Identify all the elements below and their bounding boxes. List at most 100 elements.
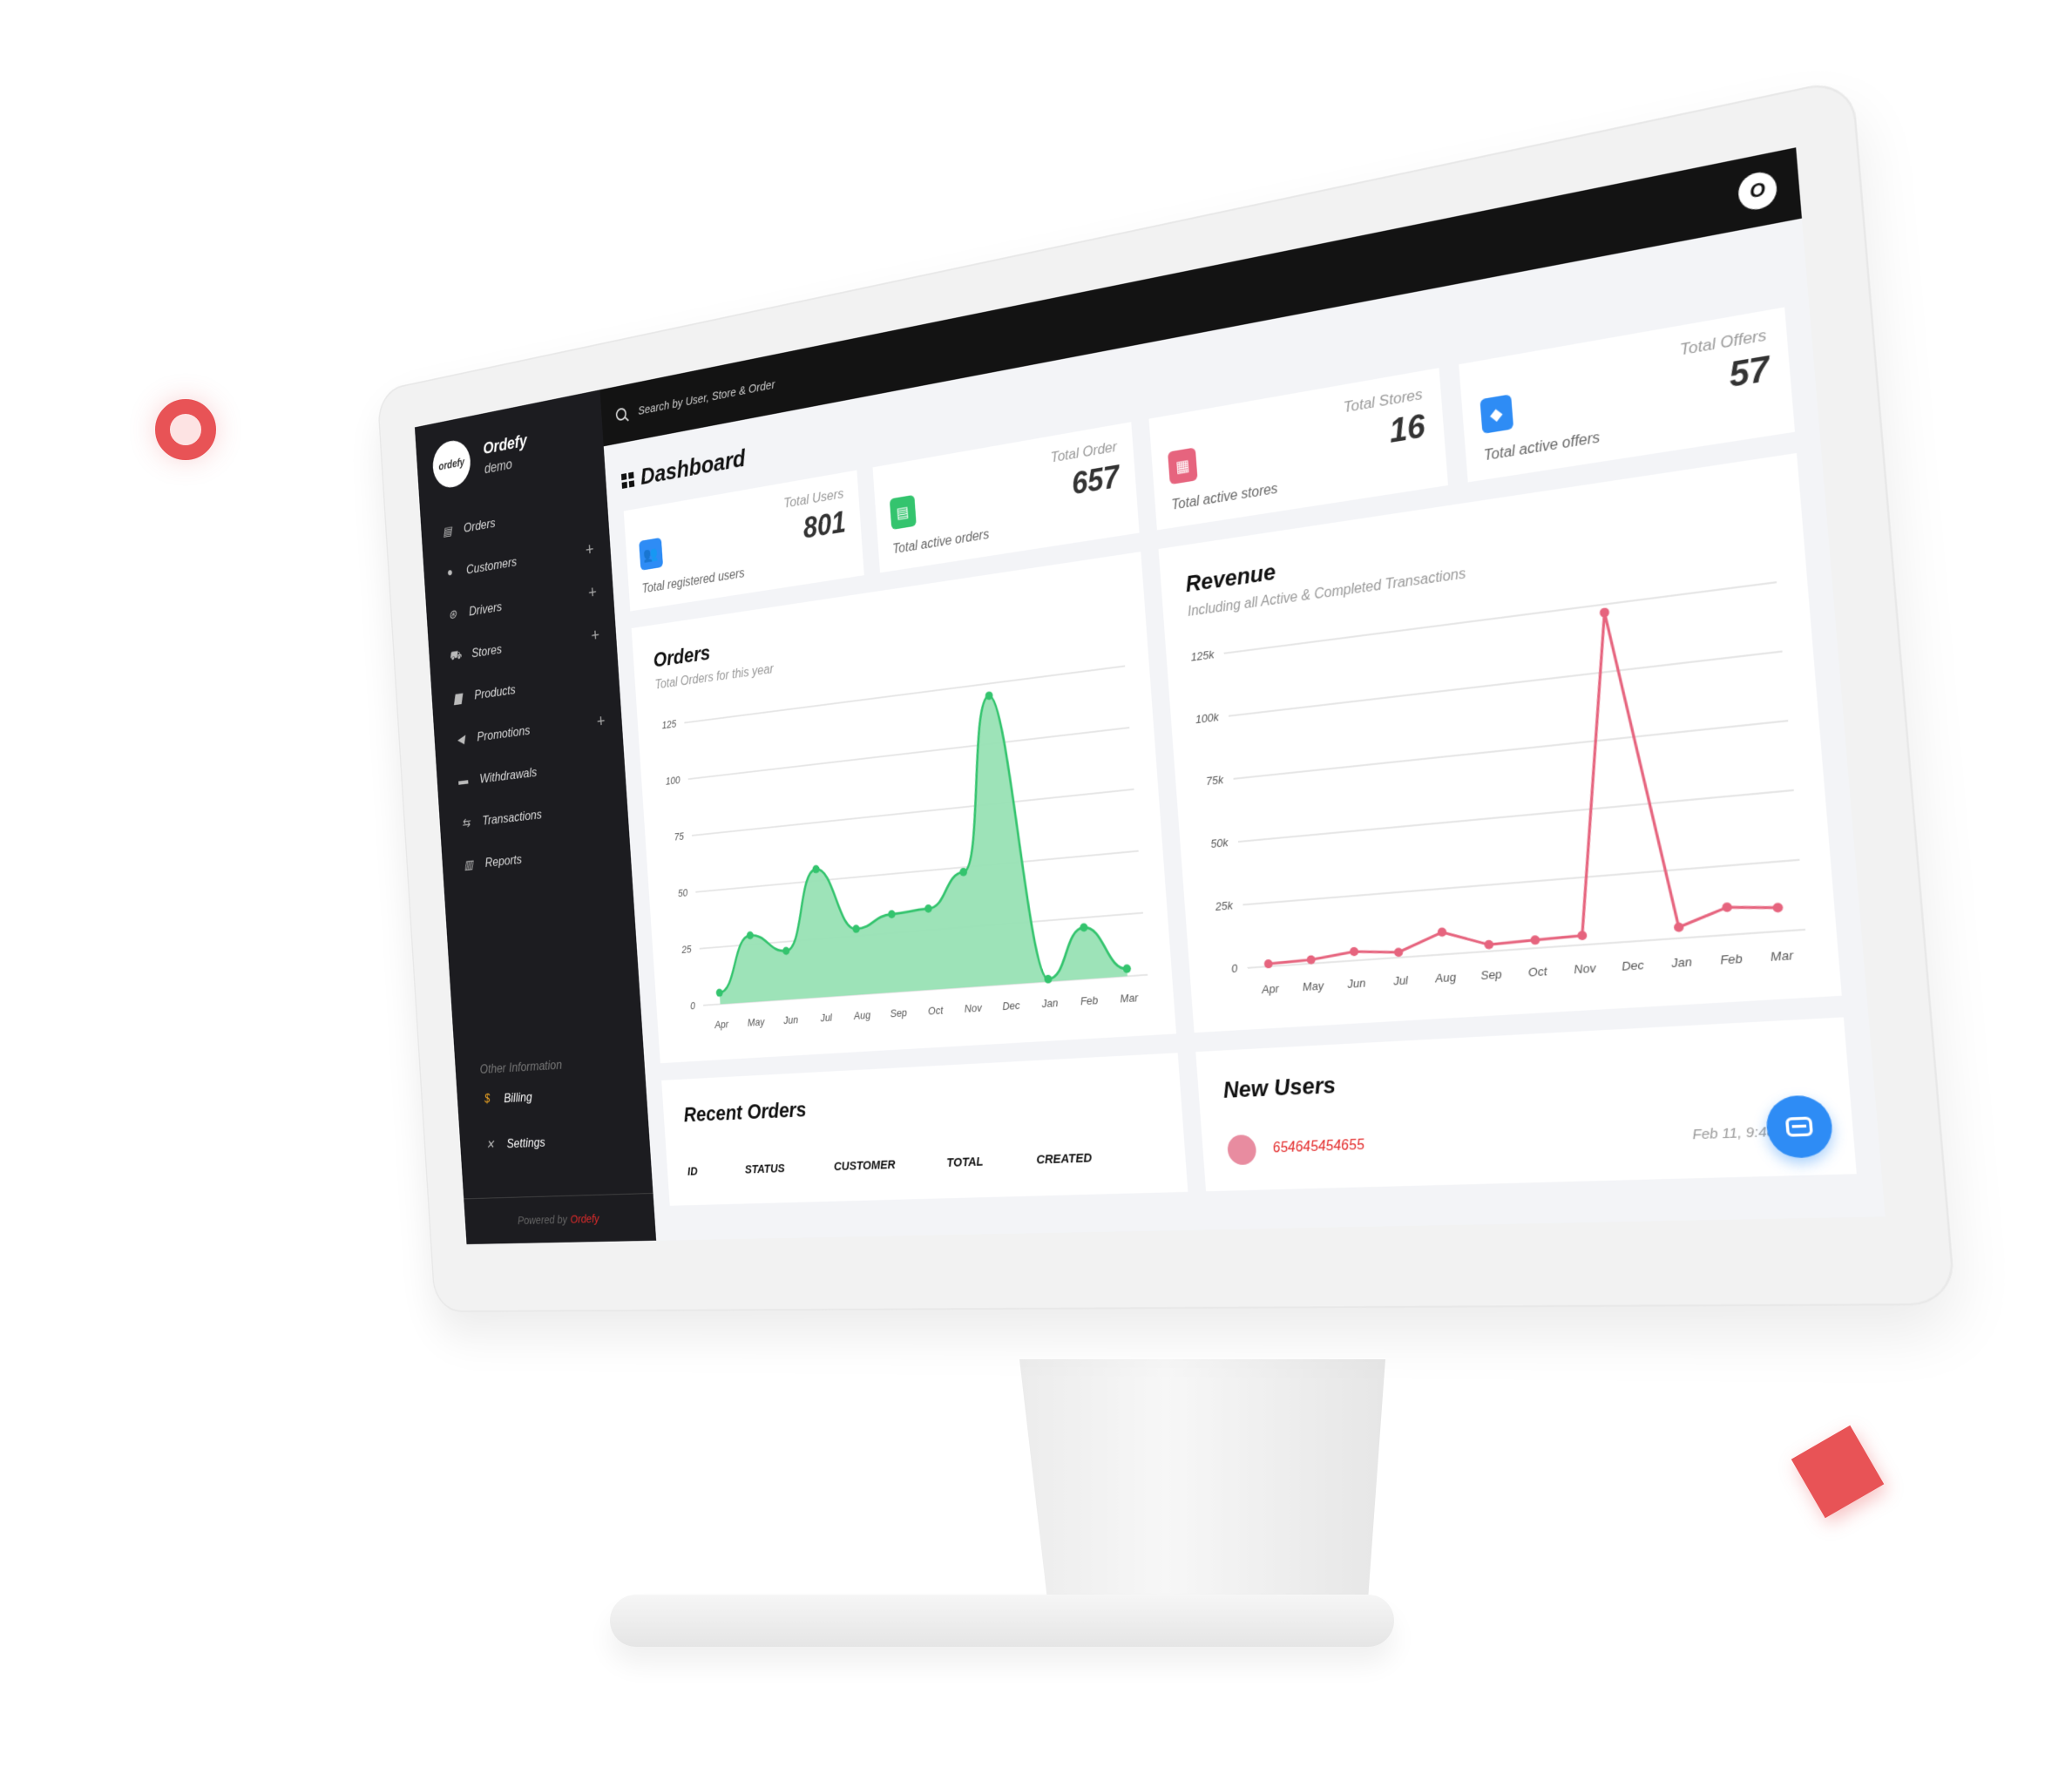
- orders-chart-card: Orders Total Orders for this year 0 25 50 7…: [631, 552, 1177, 1064]
- expand-icon[interactable]: +: [587, 582, 597, 603]
- x-tick-label: Jan: [1040, 997, 1059, 1010]
- x-tick-label: Apr: [1261, 982, 1281, 996]
- y-tick-label: 100k: [1195, 711, 1220, 727]
- x-tick-label: Jun: [1346, 977, 1366, 991]
- x-tick-label: Jan: [1669, 955, 1692, 971]
- user-avatar[interactable]: O: [1737, 169, 1778, 213]
- x-tick-label: Jun: [782, 1013, 799, 1026]
- cart-icon: ⛟: [449, 648, 462, 663]
- powered-by-brand[interactable]: Ordefy: [570, 1212, 599, 1226]
- data-point[interactable]: [1577, 930, 1588, 941]
- money-bag-icon: $: [484, 1092, 491, 1106]
- sidebar-item-label: Promotions: [476, 722, 531, 745]
- recent-orders-card: Recent Orders ID STATUS CUSTOMER TOTAL CREAT…: [661, 1053, 1188, 1206]
- x-tick-label: Feb: [1080, 994, 1098, 1008]
- revenue-chart: 0 25k 50k 75k 100k 125k Apr May Jun Jul Aug Sep Oct N…: [1190, 560, 1830, 996]
- data-point[interactable]: [1673, 922, 1684, 933]
- stat-description: Total registered users: [641, 566, 746, 597]
- sidebar-item-label: Reports: [484, 851, 523, 870]
- tools-icon: ✕: [485, 1138, 495, 1152]
- stat-description: Total active stores: [1170, 481, 1279, 513]
- expand-icon[interactable]: +: [590, 625, 599, 646]
- x-tick-label: Apr: [714, 1019, 729, 1031]
- data-point[interactable]: [1721, 902, 1733, 913]
- search-icon: [615, 407, 627, 422]
- grid-line: [1229, 652, 1782, 716]
- sidebar-item-label: Settings: [506, 1134, 546, 1151]
- sidebar-item-settings[interactable]: ✕ Settings: [459, 1114, 651, 1168]
- avatar: [1226, 1134, 1257, 1166]
- sidebar-item-label: Stores: [471, 641, 503, 660]
- x-tick-label: Mar: [1770, 948, 1794, 964]
- y-tick-label: 75k: [1206, 773, 1225, 788]
- list-item[interactable]: 654645454655 Feb 11, 9:48 AM: [1226, 1114, 1824, 1166]
- screen: ordefy Ordefy demo ▤ Orders ● Customers + ⊛ Dr…: [414, 147, 1886, 1245]
- sidebar-item-billing[interactable]: $ Billing: [456, 1068, 647, 1124]
- grid-line: [1243, 860, 1799, 905]
- report-icon: ▥: [464, 858, 474, 872]
- column-header[interactable]: ID: [687, 1165, 699, 1179]
- expand-icon[interactable]: +: [596, 711, 606, 732]
- page-title-text: Dashboard: [640, 444, 747, 491]
- data-point[interactable]: [1530, 935, 1540, 945]
- data-point[interactable]: [1772, 902, 1784, 913]
- data-point[interactable]: [1349, 946, 1359, 957]
- stat-value: 16: [1388, 407, 1426, 450]
- y-tick-label: 125k: [1190, 648, 1215, 664]
- sidebar-item-label: Products: [473, 681, 517, 702]
- new-users-card: New Users 654645454655 Feb 11, 9:48 AM: [1195, 1017, 1857, 1192]
- stat-card[interactable]: ▦ Total Stores 16 Total active stores: [1148, 368, 1448, 531]
- new-users-title: New Users: [1222, 1071, 1337, 1103]
- revenue-chart-card: Revenue Including all Active & Completed…: [1158, 452, 1842, 1033]
- powered-by: Powered by Ordefy: [464, 1193, 657, 1245]
- data-point[interactable]: [1599, 606, 1610, 618]
- user-name[interactable]: 654645454655: [1272, 1138, 1364, 1157]
- y-tick-label: 50k: [1210, 836, 1229, 851]
- x-tick-label: Jul: [1392, 973, 1410, 987]
- grid-line: [1234, 721, 1789, 779]
- data-point[interactable]: [1437, 927, 1447, 938]
- box-icon: ▆: [453, 691, 463, 706]
- orders-chart: 0 25 50 75 100 125 Apr May Jun Jul Aug Sep Oct Nov Dec…: [661, 647, 1168, 1031]
- sidebar-item-label: Billing: [503, 1089, 533, 1106]
- clipboard-icon: ▤: [889, 494, 917, 531]
- y-tick-label: 25: [681, 944, 692, 956]
- column-header[interactable]: CREATED: [1036, 1151, 1093, 1168]
- x-tick-label: Sep: [1480, 967, 1503, 982]
- x-tick-label: Mar: [1120, 992, 1139, 1006]
- x-tick-label: Nov: [964, 1002, 983, 1015]
- dashboard-icon: [620, 471, 635, 489]
- data-point[interactable]: [1484, 939, 1494, 950]
- grid-line: [688, 728, 1130, 779]
- monitor: ordefy Ordefy demo ▤ Orders ● Customers + ⊛ Dr…: [376, 77, 1957, 1312]
- column-header[interactable]: TOTAL: [946, 1155, 984, 1170]
- x-tick-label: Sep: [890, 1006, 907, 1019]
- stat-card[interactable]: ▤ Total Order 657 Total active orders: [872, 422, 1140, 573]
- y-tick-label: 0: [690, 1000, 695, 1013]
- y-tick-label: 0: [1231, 962, 1238, 975]
- sidebar-item-label: Withdrawals: [479, 764, 538, 787]
- data-point[interactable]: [1393, 947, 1404, 958]
- stat-value: 57: [1727, 349, 1771, 395]
- x-tick-label: Oct: [1527, 965, 1547, 979]
- transfer-icon: ⇆: [461, 816, 471, 830]
- y-tick-label: 75: [674, 830, 684, 843]
- grid-line: [695, 851, 1138, 892]
- stat-description: Total active orders: [891, 527, 990, 557]
- recent-orders-table-header: ID STATUS CUSTOMER TOTAL CREATED: [687, 1148, 1161, 1179]
- brand-logo: ordefy: [431, 437, 472, 491]
- x-tick-label: Aug: [1434, 971, 1457, 985]
- column-header[interactable]: CUSTOMER: [833, 1158, 896, 1174]
- column-header[interactable]: STATUS: [744, 1162, 785, 1176]
- stat-card[interactable]: 👥 Total Users 801 Total registered users: [623, 470, 864, 612]
- chat-button[interactable]: [1764, 1094, 1835, 1159]
- grid-line: [692, 789, 1134, 836]
- powered-by-text: Powered by: [517, 1212, 568, 1228]
- x-tick-label: Aug: [853, 1009, 871, 1022]
- area-fill: [701, 681, 1127, 1005]
- y-tick-label: 25k: [1214, 899, 1234, 913]
- expand-icon[interactable]: +: [585, 538, 594, 559]
- x-tick-label: Feb: [1720, 952, 1744, 967]
- tag-icon: ◆: [1479, 394, 1513, 435]
- stat-value: 801: [802, 505, 847, 545]
